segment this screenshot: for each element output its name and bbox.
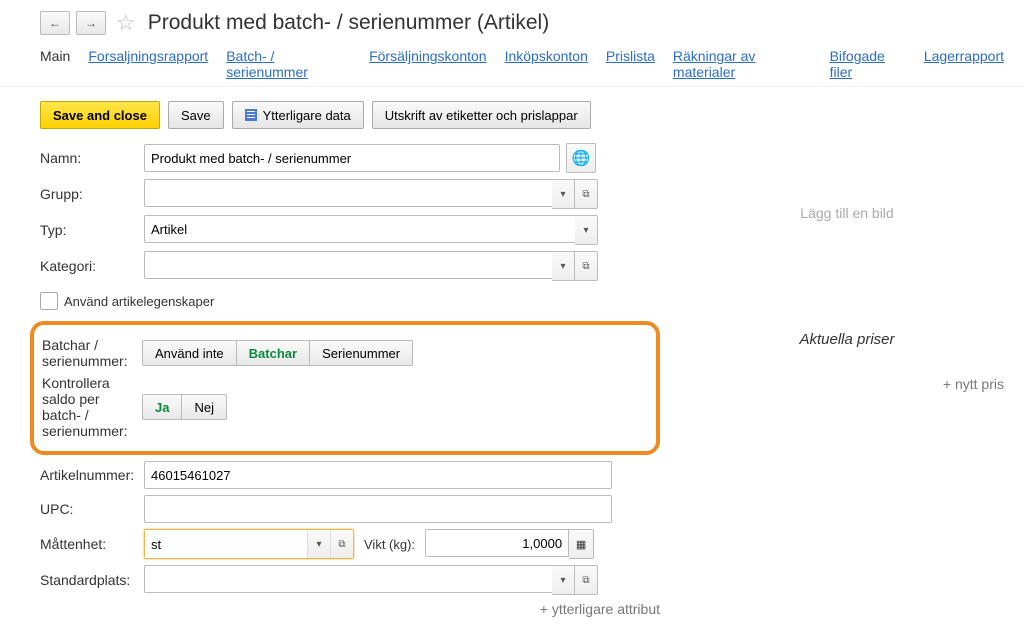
group-label: Grupp: <box>40 186 144 202</box>
new-price-link[interactable]: + nytt pris <box>690 376 1004 392</box>
upc-input[interactable] <box>144 495 612 523</box>
more-attributes-link[interactable]: + ytterligare attribut <box>40 601 660 617</box>
tab-pricelist[interactable]: Prislista <box>606 48 655 80</box>
current-prices-heading: Aktuella priser <box>690 331 1004 348</box>
use-properties-checkbox[interactable] <box>40 292 58 310</box>
more-data-button[interactable]: Ytterligare data <box>232 101 364 129</box>
tab-bom[interactable]: Räkningar av materialer <box>673 48 812 80</box>
page-title: Produkt med batch- / serienummer (Artike… <box>148 11 549 35</box>
batch-opt-batchar[interactable]: Batchar <box>236 340 310 366</box>
control-yes[interactable]: Ja <box>142 394 182 420</box>
stdloc-open-icon[interactable]: ⧉ <box>575 565 598 595</box>
batch-opt-serial[interactable]: Serienummer <box>309 340 413 366</box>
tab-main[interactable]: Main <box>40 48 70 80</box>
forward-button[interactable]: → <box>76 11 106 35</box>
back-button[interactable]: ← <box>40 11 70 35</box>
favorite-star-icon[interactable]: ☆ <box>116 10 136 36</box>
category-label: Kategori: <box>40 258 144 274</box>
type-label: Typ: <box>40 222 144 238</box>
stdloc-label: Standardplats: <box>40 572 144 588</box>
use-properties-label: Använd artikelegenskaper <box>64 294 214 309</box>
batch-label: Batchar / serienummer: <box>42 337 142 369</box>
artnr-input[interactable] <box>144 461 612 489</box>
tab-attachments[interactable]: Bifogade filer <box>830 48 906 80</box>
weight-calc-icon[interactable]: ▦ <box>569 529 594 559</box>
tab-stock-report[interactable]: Lagerrapport <box>924 48 1004 80</box>
tab-sales-report[interactable]: Forsaljningsrapport <box>88 48 208 80</box>
group-dropdown-icon[interactable]: ▾ <box>552 179 575 209</box>
name-input[interactable] <box>144 144 560 172</box>
batch-opt-none[interactable]: Använd inte <box>142 340 237 366</box>
tab-bar: Main Forsaljningsrapport Batch- / serien… <box>0 42 1024 87</box>
save-close-button[interactable]: Save and close <box>40 101 160 129</box>
stdloc-dropdown-icon[interactable]: ▾ <box>552 565 575 595</box>
group-open-icon[interactable]: ⧉ <box>575 179 598 209</box>
tab-sales-accounts[interactable]: Försäljningskonton <box>369 48 487 80</box>
batch-serial-highlight: Batchar / serienummer: Använd inte Batch… <box>30 321 660 455</box>
weight-label: Vikt (kg): <box>364 537 415 552</box>
group-input[interactable] <box>144 179 552 207</box>
globe-icon[interactable]: 🌐 <box>566 143 596 173</box>
unit-input[interactable] <box>145 530 307 558</box>
tab-batch-serial[interactable]: Batch- / serienummer <box>226 48 351 80</box>
category-open-icon[interactable]: ⧉ <box>575 251 598 281</box>
name-label: Namn: <box>40 150 144 166</box>
save-button[interactable]: Save <box>168 101 224 129</box>
control-balance-label: Kontrollera saldo per batch- / serienumm… <box>42 375 142 439</box>
weight-input[interactable] <box>425 529 569 557</box>
type-dropdown-icon[interactable]: ▾ <box>575 215 598 245</box>
category-dropdown-icon[interactable]: ▾ <box>552 251 575 281</box>
control-no[interactable]: Nej <box>181 394 227 420</box>
unit-label: Måttenhet: <box>40 536 144 552</box>
more-data-label: Ytterligare data <box>263 108 351 123</box>
print-labels-button[interactable]: Utskrift av etiketter och prislappar <box>372 101 591 129</box>
yesno-segment: Ja Nej <box>142 394 227 420</box>
category-input[interactable] <box>144 251 552 279</box>
upc-label: UPC: <box>40 501 144 517</box>
unit-dropdown-icon[interactable]: ▾ <box>307 530 330 558</box>
artnr-label: Artikelnummer: <box>40 467 144 483</box>
add-image-placeholder[interactable]: Lägg till en bild <box>690 205 1004 221</box>
list-icon <box>245 109 257 121</box>
unit-open-icon[interactable]: ⧉ <box>330 530 353 558</box>
tab-purchase-accounts[interactable]: Inköpskonton <box>505 48 588 80</box>
stdloc-input[interactable] <box>144 565 552 593</box>
unit-select[interactable]: ▾ ⧉ <box>144 529 354 559</box>
type-input[interactable] <box>144 215 575 243</box>
batch-segment: Använd inte Batchar Serienummer <box>142 340 413 366</box>
